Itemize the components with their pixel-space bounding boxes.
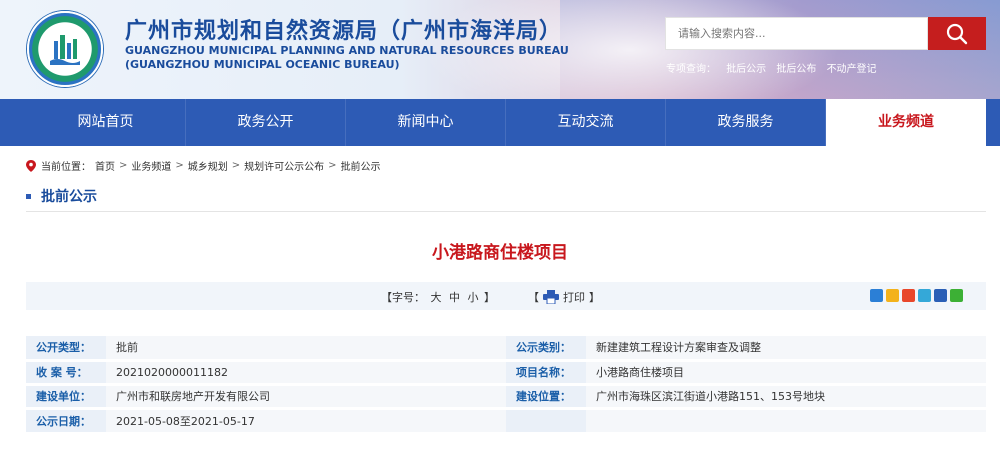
section-heading: 批前公示 (26, 186, 97, 206)
share-weibo-icon[interactable] (902, 289, 915, 302)
breadcrumb-item-pre-approval-notice[interactable]: 批前公示 (341, 158, 381, 173)
case-number-label: 收 案 号： (26, 358, 106, 385)
print-bracket-open: 【 (528, 291, 539, 304)
search-icon (946, 23, 968, 45)
article-toolbar: 【字号： 大 中 小 】 【 打印 】 (26, 282, 986, 310)
breadcrumb-item-planning-permit[interactable]: 规划许可公示公布 (244, 158, 324, 173)
search-box (665, 17, 928, 50)
nav-item-home[interactable]: 网站首页 (26, 99, 186, 146)
main-nav: 网站首页 政务公开 新闻中心 互动交流 政务服务 业务频道 (0, 99, 1000, 146)
project-name-label: 项目名称： (506, 358, 586, 385)
table-row: 建设单位： 广州市和联房地产开发有限公司 建设位置： 广州市海珠区滨江街道小港路… (26, 382, 986, 409)
breadcrumb-separator: > (119, 160, 128, 171)
nav-item-government-services[interactable]: 政务服务 (666, 99, 826, 146)
font-size-control: 【字号： 大 中 小 】 (381, 289, 495, 305)
font-size-bracket-close: 】 (484, 291, 495, 304)
special-query-label: 专项查询： (666, 64, 716, 75)
project-info-table: 公开类型： 批前 公示类别： 新建建筑工程设计方案审查及调整 收 案 号： 20… (26, 336, 986, 433)
share-bar (870, 289, 966, 302)
breadcrumb-item-urban-planning[interactable]: 城乡规划 (188, 158, 228, 173)
breadcrumb-separator: > (328, 160, 337, 171)
nav-item-business-channel[interactable]: 业务频道 (826, 99, 986, 146)
table-row: 公示日期： 2021-05-08至2021-05-17 (26, 406, 986, 433)
developer-label: 建设单位： (26, 382, 106, 409)
nav-item-news-center[interactable]: 新闻中心 (346, 99, 506, 146)
share-tencent-weibo-icon[interactable] (918, 289, 931, 302)
share-renren-icon[interactable] (934, 289, 947, 302)
developer-value: 广州市和联房地产开发有限公司 (106, 382, 506, 409)
empty-label-cell (506, 406, 586, 433)
share-more-icon[interactable] (870, 289, 883, 302)
breadcrumb-item-business-channel[interactable]: 业务频道 (131, 158, 171, 173)
case-number-value: 2021020000011182 (106, 358, 506, 385)
site-header: 广州市规划和自然资源局（广州市海洋局） GUANGZHOU MUNICIPAL … (0, 0, 1000, 99)
printer-icon (543, 290, 559, 304)
bureau-logo-icon[interactable] (27, 11, 103, 87)
print-button[interactable]: 【 打印 】 (528, 289, 600, 305)
article-title: 小港路商住楼项目 (432, 243, 568, 263)
logo-emblem-icon (50, 35, 80, 65)
site-title-chinese: 广州市规划和自然资源局（广州市海洋局） (125, 19, 563, 44)
breadcrumb-separator: > (175, 160, 184, 171)
breadcrumb-item-home[interactable]: 首页 (95, 158, 115, 173)
special-link-post-approval-notice[interactable]: 批后公示 (726, 64, 766, 75)
site-title-english-line1: GUANGZHOU MUNICIPAL PLANNING AND NATURAL… (125, 44, 569, 57)
table-row: 公开类型： 批前 公示类别： 新建建筑工程设计方案审查及调整 (26, 336, 986, 361)
special-link-property-registration[interactable]: 不动产登记 (827, 64, 877, 75)
nav-item-government-affairs[interactable]: 政务公开 (186, 99, 346, 146)
section-bullet-icon (26, 193, 31, 199)
location-value: 广州市海珠区滨江街道小港路151、153号地块 (586, 382, 986, 409)
project-name-value: 小港路商住楼项目 (586, 358, 986, 385)
notice-date-value: 2021-05-08至2021-05-17 (106, 406, 506, 433)
notice-category-label: 公示类别： (506, 336, 586, 361)
breadcrumb-separator: > (231, 160, 241, 171)
font-size-small-button[interactable]: 小 (468, 291, 479, 304)
share-wechat-icon[interactable] (950, 289, 963, 302)
special-query-bar: 专项查询： 批后公示 批后公布 不动产登记 (666, 60, 884, 75)
special-link-post-approval-publish[interactable]: 批后公布 (776, 64, 816, 75)
breadcrumb-prefix: 当前位置： (41, 162, 91, 173)
disclosure-type-value: 批前 (106, 336, 506, 361)
table-row: 收 案 号： 2021020000011182 项目名称： 小港路商住楼项目 (26, 358, 986, 385)
empty-value-cell (586, 406, 986, 433)
print-bracket-close: 】 (589, 291, 600, 304)
notice-date-label: 公示日期： (26, 406, 106, 433)
notice-category-value: 新建建筑工程设计方案审查及调整 (586, 336, 986, 361)
location-pin-icon (26, 159, 36, 172)
section-title: 批前公示 (41, 189, 97, 205)
font-size-medium-button[interactable]: 中 (449, 291, 460, 304)
disclosure-type-label: 公开类型： (26, 336, 106, 361)
nav-item-interaction[interactable]: 互动交流 (506, 99, 666, 146)
font-size-label: 【字号： (381, 291, 425, 304)
font-size-large-button[interactable]: 大 (431, 291, 442, 304)
share-qzone-icon[interactable] (886, 289, 899, 302)
search-input[interactable] (666, 18, 927, 49)
search-button[interactable] (928, 17, 986, 50)
print-label: 打印 (563, 291, 585, 304)
section-divider (26, 211, 986, 212)
breadcrumb: 当前位置： 首页 > 业务频道 > 城乡规划 > 规划许可公示公布 > 批前公示 (26, 158, 385, 173)
site-title-english-line2: (GUANGZHOU MUNICIPAL OCEANIC BUREAU) (125, 58, 400, 71)
location-label: 建设位置： (506, 382, 586, 409)
